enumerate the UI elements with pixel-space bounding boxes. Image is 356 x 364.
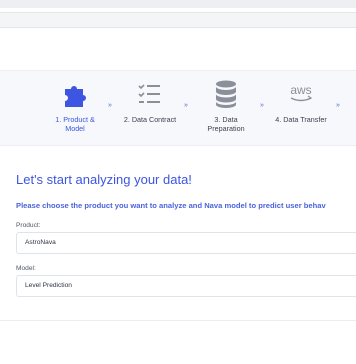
instructions-text: Please choose the product you want to an… [16,201,326,210]
step-label: 4. Data Transfer [275,115,327,124]
step-product-model[interactable]: 1. Product & Model [45,80,105,133]
chevron-double-right-icon: » [184,102,188,109]
browser-tab-strip [0,0,356,8]
product-select[interactable]: AstroNava [16,232,356,254]
product-label: Product: [16,222,41,229]
chevron-double-right-icon: » [108,102,112,109]
puzzle-icon [60,80,90,108]
app-header [0,30,356,70]
browser-address-bar[interactable] [0,12,356,28]
checklist-icon [135,80,165,108]
step-data-transfer[interactable]: aws 4. Data Transfer [271,80,331,124]
svg-text:aws: aws [290,83,311,97]
step-label: 3. Data Preparation [207,115,245,133]
chevron-double-right-icon: » [336,102,340,109]
page-title: Let's start analyzing your data! [16,172,192,187]
aws-logo-icon: aws [286,80,316,108]
section-divider [0,320,356,321]
step-data-preparation[interactable]: 3. Data Preparation [196,80,256,133]
step-label: 2. Data Contract [123,115,177,124]
main-content: Let's start analyzing your data! Please … [16,172,356,297]
database-icon [211,80,241,108]
model-label: Model: [16,265,36,272]
step-label: 1. Product & Model [55,115,95,133]
model-select[interactable]: Level Prediction [16,275,356,297]
chevron-double-right-icon: » [260,102,264,109]
step-data-contract[interactable]: 2. Data Contract [120,80,180,124]
